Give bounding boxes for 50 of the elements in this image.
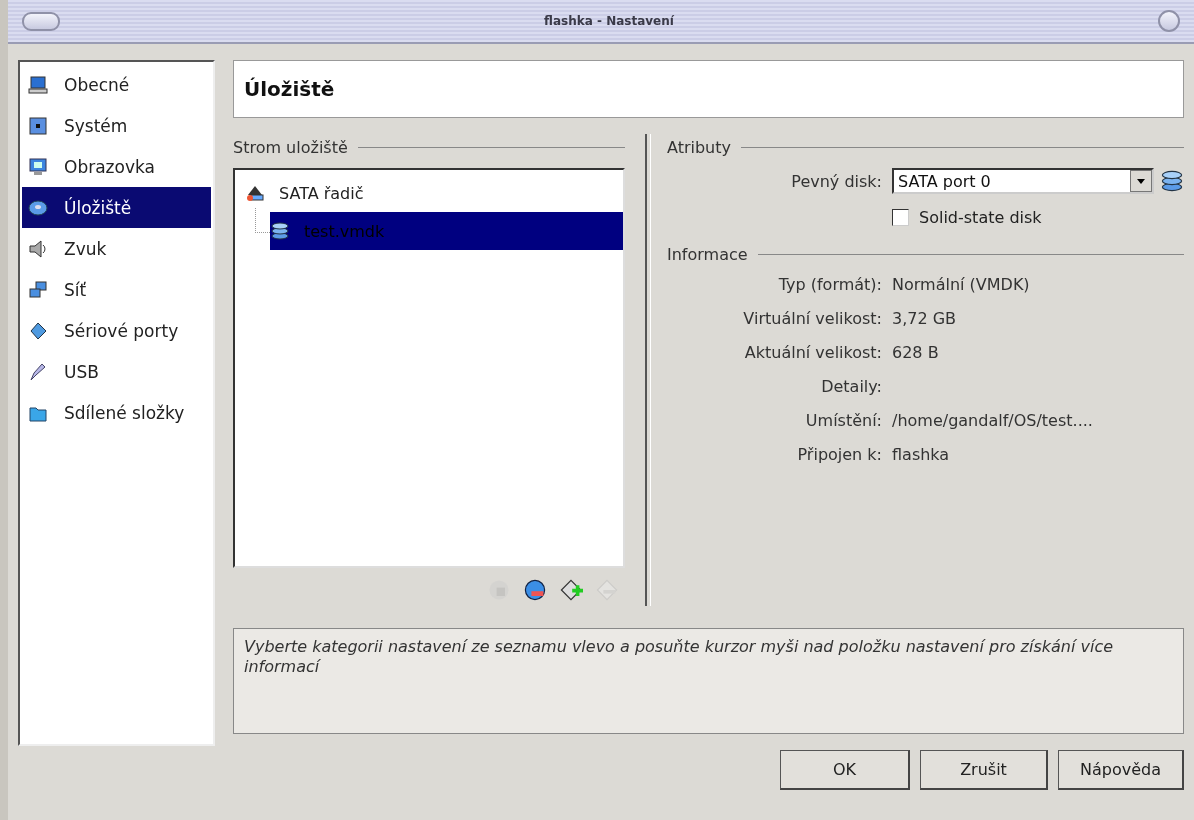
speaker-icon <box>28 238 48 259</box>
chip-icon <box>28 115 48 136</box>
window-title: flashka - Nastavení <box>544 14 674 28</box>
info-value: 3,72 GB <box>892 308 958 328</box>
serial-port-icon <box>28 320 48 341</box>
info-label: Umístění: <box>804 410 882 430</box>
window-close-button[interactable] <box>1158 10 1180 32</box>
field-label: Pevný disk: <box>790 171 882 191</box>
info-value: flashka <box>892 444 951 464</box>
info-label: Připojen k: <box>796 444 882 464</box>
network-icon <box>28 279 48 300</box>
window-menu-button[interactable] <box>22 11 60 31</box>
info-label: Aktuální velikost: <box>743 342 882 362</box>
hard-disk-icon <box>1160 169 1184 193</box>
info-value: 628 B <box>892 342 940 362</box>
dialog-button[interactable]: Nápověda <box>1058 750 1184 790</box>
sidebar-item[interactable]: Sdílené složky <box>22 392 211 433</box>
sidebar-item[interactable]: Obrazovka <box>22 146 211 187</box>
sidebar-item[interactable]: Úložiště <box>22 187 211 228</box>
sidebar-item[interactable]: Obecné <box>22 64 211 105</box>
toolbar-button[interactable] <box>559 578 583 602</box>
hard-disk-icon <box>270 221 290 241</box>
description-text: Vyberte kategorii nastavení ze seznamu vlevo a posuňte kurzor myši nad položku nastavení pro získání více informací <box>233 628 1184 734</box>
hard-disk-dropdown[interactable]: SATA port 0 <box>892 168 1154 194</box>
sidebar-item[interactable]: USB <box>22 351 211 392</box>
checkbox-label: Solid-state disk <box>919 208 1042 227</box>
info-value: Normální (VMDK) <box>892 274 1031 294</box>
dialog-button[interactable]: Zrušit <box>920 750 1048 790</box>
tree-item[interactable]: SATA řadič <box>235 174 623 212</box>
computer-icon <box>28 74 48 95</box>
dialog-button[interactable]: OK <box>780 750 910 790</box>
info-label: Detaily: <box>820 376 882 396</box>
sidebar-item[interactable]: Zvuk <box>22 228 211 269</box>
page-title: Úložiště <box>233 60 1184 118</box>
sidebar-item[interactable]: Síť <box>22 269 211 310</box>
info-value: /home/gandalf/OS/test.... <box>892 410 1094 430</box>
remove-controller-icon <box>523 578 547 602</box>
sidebar-item[interactable]: Systém <box>22 105 211 146</box>
info-label: Virtuální velikost: <box>742 308 882 328</box>
monitor-icon <box>28 156 48 177</box>
ssd-checkbox[interactable] <box>892 209 909 226</box>
sidebar-item[interactable]: Sériové porty <box>22 310 211 351</box>
usb-plug-icon <box>28 361 48 382</box>
disk-icon <box>28 197 48 218</box>
group-title: Atributy <box>667 137 731 157</box>
info-label: Typ (formát): <box>777 274 882 294</box>
caret-icon <box>1137 178 1145 184</box>
group-title: Informace <box>667 244 748 264</box>
toolbar-button[interactable] <box>523 578 547 602</box>
group-title: Strom uložiště <box>233 137 348 157</box>
